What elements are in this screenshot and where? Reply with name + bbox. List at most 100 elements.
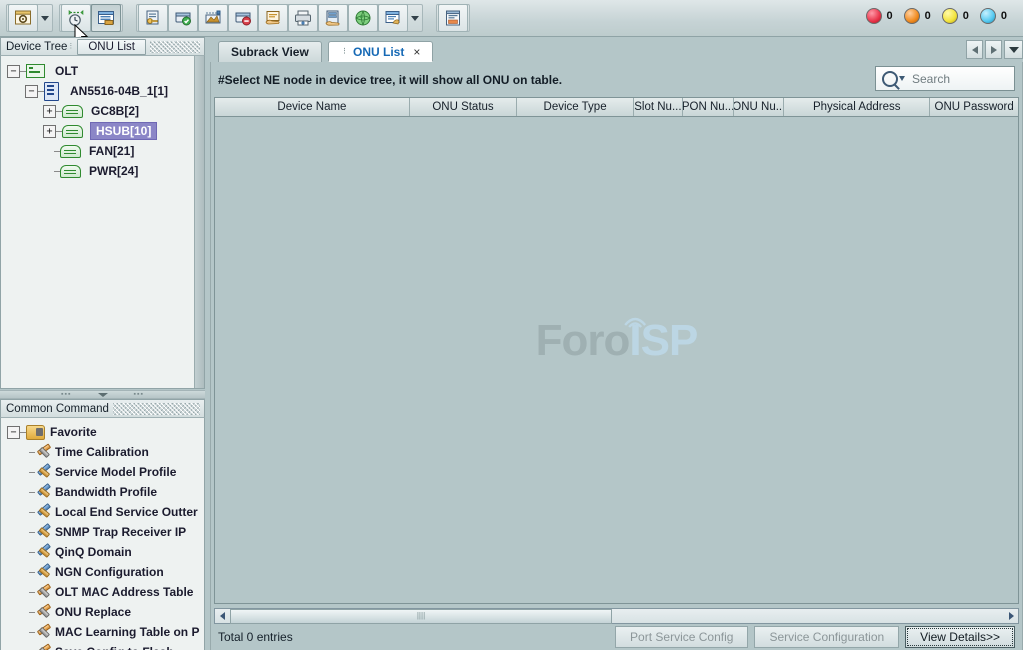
column-header-device-name[interactable]: Device Name: [215, 98, 410, 116]
device-manager-icon[interactable]: [8, 4, 38, 32]
scroll-left-button[interactable]: [215, 609, 229, 623]
command-item-label: SNMP Trap Receiver IP: [51, 525, 186, 539]
column-header-onu-number[interactable]: ONU Nu...: [734, 98, 784, 116]
card-icon: [60, 165, 81, 178]
delete-card-icon[interactable]: [228, 4, 258, 32]
tab-nav-next-button[interactable]: [985, 40, 1002, 59]
column-header-onu-status[interactable]: ONU Status: [410, 98, 517, 116]
tree-node-hsub[interactable]: + HSUB[10]: [1, 121, 204, 141]
command-item-mac-learning-table[interactable]: MAC Learning Table on P: [1, 622, 204, 642]
chevron-right-icon: [991, 46, 997, 54]
tree-node-pwr[interactable]: PWR[24]: [1, 161, 204, 181]
link-chain-icon[interactable]: [198, 4, 228, 32]
command-item-save-config-to-flash[interactable]: Save Config to Flash: [1, 642, 204, 650]
onu-list-chip[interactable]: ONU List: [77, 39, 146, 55]
printer-icon[interactable]: [288, 4, 318, 32]
window-pen-icon[interactable]: [378, 4, 408, 32]
command-root-favorite[interactable]: − Favorite: [1, 422, 204, 442]
toolbar-group-config: [136, 4, 423, 32]
hint-row: #Select NE node in device tree, it will …: [211, 62, 1022, 97]
column-header-pon-number[interactable]: PON Nu...: [683, 98, 735, 116]
table-body-empty[interactable]: ForoISP: [214, 117, 1019, 604]
tree-node-fan[interactable]: FAN[21]: [1, 141, 204, 161]
search-placeholder: Search: [905, 72, 950, 86]
tab-list-dropdown[interactable]: [1004, 40, 1023, 59]
device-manager-dropdown[interactable]: [38, 5, 51, 31]
sync-clock-icon[interactable]: [61, 4, 91, 32]
view-details-button[interactable]: View Details>>: [905, 626, 1015, 648]
device-icon: [44, 82, 59, 101]
expander-plus-icon[interactable]: +: [43, 125, 56, 138]
command-item-label: Local End Service Outter: [51, 505, 198, 519]
server-hand-icon[interactable]: [318, 4, 348, 32]
tree-elbow: [43, 146, 54, 157]
major-alarm-led[interactable]: [904, 8, 920, 24]
critical-alarm-led[interactable]: [866, 8, 882, 24]
command-item-olt-mac-address-table[interactable]: OLT MAC Address Table: [1, 582, 204, 602]
column-header-physical-address[interactable]: Physical Address: [784, 98, 930, 116]
command-item-snmp-trap-receiver-ip[interactable]: SNMP Trap Receiver IP: [1, 522, 204, 542]
wifi-arc-icon: [623, 314, 649, 328]
onu-list-content: #Select NE node in device tree, it will …: [210, 62, 1023, 650]
card-hand-icon[interactable]: [258, 4, 288, 32]
column-header-onu-password[interactable]: ONU Password: [930, 98, 1018, 116]
scrollbar-grip: ||||: [417, 612, 425, 620]
expander-plus-icon[interactable]: +: [43, 105, 56, 118]
onu-list-icon[interactable]: [91, 4, 121, 32]
window-pen-dropdown[interactable]: [408, 5, 421, 31]
report-icon[interactable]: [438, 4, 468, 32]
command-item-onu-replace[interactable]: ONU Replace: [1, 602, 204, 622]
command-list: − Favorite Time Calibration Service Mode…: [1, 418, 204, 650]
minor-alarm-led[interactable]: [942, 8, 958, 24]
card-icon: [62, 105, 83, 118]
horizontal-splitter[interactable]: ▪▪▪ ▪▪▪: [0, 390, 205, 399]
card-icon: [60, 145, 81, 158]
hammer-icon: [35, 525, 51, 540]
expander-minus-icon[interactable]: −: [25, 85, 38, 98]
search-input[interactable]: Search: [875, 66, 1015, 91]
scroll-right-button[interactable]: [1004, 609, 1018, 623]
device-tree-vertical-splitter[interactable]: [194, 56, 204, 389]
tab-close-icon[interactable]: ×: [413, 45, 420, 59]
column-header-slot-number[interactable]: Slot Nu...: [634, 98, 683, 116]
auth-config-icon[interactable]: [138, 4, 168, 32]
hammer-icon: [35, 505, 51, 520]
globe-icon[interactable]: [348, 4, 378, 32]
expander-minus-icon[interactable]: −: [7, 65, 20, 78]
folder-icon: [26, 425, 45, 440]
hammer-icon: [35, 485, 51, 500]
warning-alarm-led[interactable]: [980, 8, 996, 24]
command-item-local-end-service-outter[interactable]: Local End Service Outter: [1, 502, 204, 522]
tree-node-olt[interactable]: − OLT: [1, 61, 204, 81]
common-command-header: Common Command: [0, 399, 205, 418]
tab-grip: ⋮: [341, 48, 349, 55]
command-item-service-model-profile[interactable]: Service Model Profile: [1, 462, 204, 482]
device-tree-panel[interactable]: − OLT − AN5516-04B_1[1] + GC8B[2]: [0, 56, 205, 389]
command-item-qinq-domain[interactable]: QinQ Domain: [1, 542, 204, 562]
command-item-bandwidth-profile[interactable]: Bandwidth Profile: [1, 482, 204, 502]
tree-node-gc8b[interactable]: + GC8B[2]: [1, 101, 204, 121]
major-alarm-count: 0: [925, 10, 931, 22]
service-configuration-button[interactable]: Service Configuration: [754, 626, 899, 648]
status-bar: Total 0 entries Port Service Config Serv…: [211, 624, 1022, 650]
command-item-time-calibration[interactable]: Time Calibration: [1, 442, 204, 462]
wrench-icon: [35, 625, 51, 640]
scrollbar-thumb[interactable]: ||||: [230, 609, 612, 624]
minor-alarm-count: 0: [963, 10, 969, 22]
tab-subrack-view[interactable]: Subrack View: [218, 41, 322, 62]
tab-nav-prev-button[interactable]: [966, 40, 983, 59]
command-item-ngn-configuration[interactable]: NGN Configuration: [1, 562, 204, 582]
add-card-icon[interactable]: [168, 4, 198, 32]
column-header-device-type[interactable]: Device Type: [517, 98, 634, 116]
command-item-label: Bandwidth Profile: [51, 485, 157, 499]
common-command-panel[interactable]: − Favorite Time Calibration Service Mode…: [0, 418, 205, 650]
command-item-label: Service Model Profile: [51, 465, 176, 479]
horizontal-scrollbar[interactable]: ||||: [214, 608, 1019, 624]
tab-onu-list[interactable]: ⋮ ONU List ×: [328, 41, 433, 62]
port-service-config-button[interactable]: Port Service Config: [615, 626, 748, 648]
expander-minus-icon[interactable]: −: [7, 426, 20, 439]
collapse-panel-icon[interactable]: [98, 393, 108, 397]
tree-node-an5516[interactable]: − AN5516-04B_1[1]: [1, 81, 204, 101]
tab-label: Subrack View: [231, 45, 309, 59]
toolbar-group-view: [6, 4, 53, 32]
